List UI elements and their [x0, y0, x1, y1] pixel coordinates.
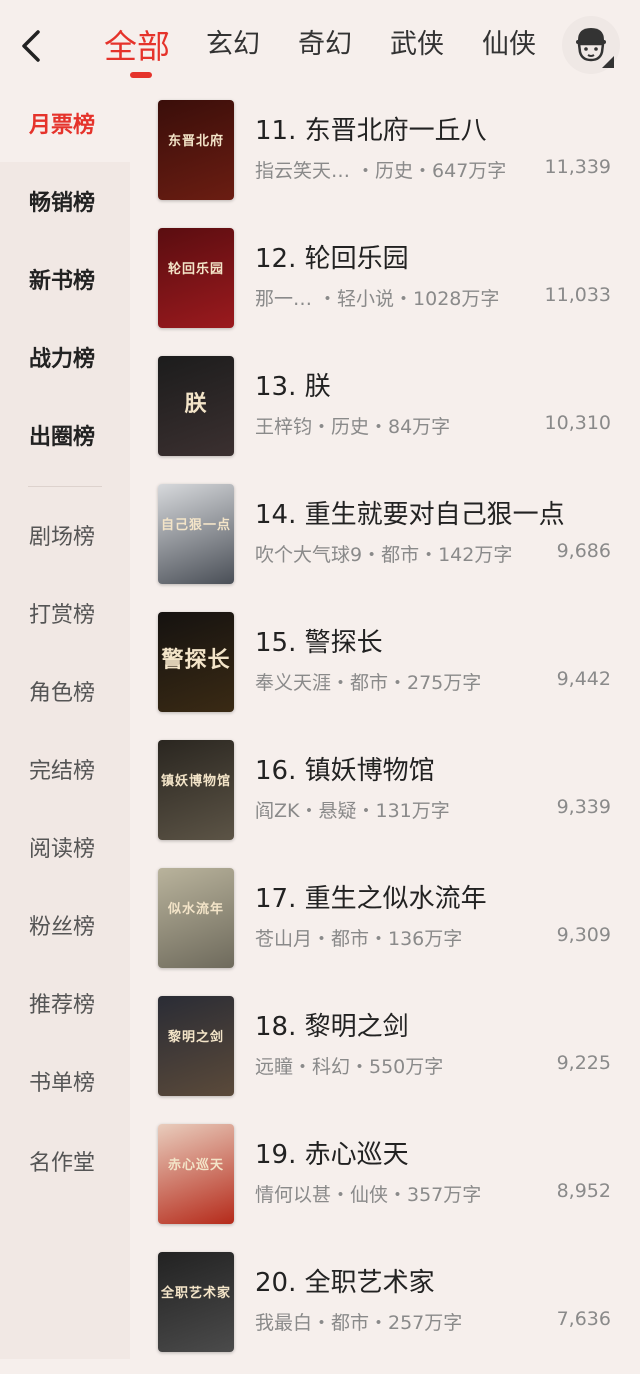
book-cover: 似水流年: [158, 868, 234, 968]
rank-sidebar: 月票榜 畅销榜 新书榜 战力榜 出圈榜 剧场榜 打赏榜 角色榜 完结榜 阅读榜 …: [0, 84, 130, 1359]
ticket-count: 11,339: [544, 156, 611, 178]
book-title: 20. 全职艺术家: [255, 1268, 435, 1298]
cover-title-art: 朕: [184, 391, 208, 417]
cover-title-art: 似水流年: [167, 902, 224, 917]
book-row[interactable]: 警探长 15. 警探长奉义天涯・都市・275万字 9,442: [130, 606, 640, 734]
book-title: 12. 轮回乐园: [255, 244, 409, 274]
tab-xianxia[interactable]: 仙侠: [482, 22, 536, 61]
book-cover: 镇妖博物馆: [158, 740, 234, 840]
book-meta: 那一… ・轻小说・1028万字: [255, 288, 500, 310]
sidebar-item-character[interactable]: 角色榜: [0, 652, 130, 730]
book-row[interactable]: 朕 13. 朕王梓钧・历史・84万字 10,310: [130, 350, 640, 478]
sidebar-item-bestseller[interactable]: 畅销榜: [0, 162, 130, 240]
sidebar-item-theater[interactable]: 剧场榜: [0, 496, 130, 574]
cover-title-art: 赤心巡天: [167, 1158, 224, 1173]
book-row[interactable]: 似水流年 17. 重生之似水流年苍山月・都市・136万字 9,309: [130, 862, 640, 990]
book-row[interactable]: 东晋北府 11. 东晋北府一丘八指云笑天… ・历史・647万字 11,339: [130, 94, 640, 222]
book-meta: 苍山月・都市・136万字: [255, 928, 463, 950]
sidebar-item-completed[interactable]: 完结榜: [0, 730, 130, 808]
book-cover: 轮回乐园: [158, 228, 234, 328]
book-meta: 奉义天涯・都市・275万字: [255, 672, 482, 694]
dropdown-corner-icon: [602, 56, 614, 68]
ticket-count: 8,952: [556, 1180, 611, 1202]
cover-title-art: 自己狠一点: [160, 518, 231, 533]
book-row[interactable]: 赤心巡天 19. 赤心巡天情何以甚・仙侠・357万字 8,952: [130, 1118, 640, 1246]
book-meta: 阎ZK・悬疑・131万字: [255, 800, 450, 822]
sidebar-divider: [28, 486, 102, 487]
sidebar-item-new-books[interactable]: 新书榜: [0, 240, 130, 318]
active-tab-indicator: [130, 72, 152, 78]
ticket-count: 10,310: [544, 412, 611, 434]
book-cover: 全职艺术家: [158, 1252, 234, 1352]
book-row[interactable]: 轮回乐园 12. 轮回乐园那一… ・轻小说・1028万字 11,033: [130, 222, 640, 350]
book-meta: 我最白・都市・257万字: [255, 1312, 463, 1334]
book-cover: 赤心巡天: [158, 1124, 234, 1224]
book-row[interactable]: 全职艺术家 20. 全职艺术家我最白・都市・257万字 7,636: [130, 1246, 640, 1374]
book-row[interactable]: 黎明之剑 18. 黎明之剑远瞳・科幻・550万字 9,225: [130, 990, 640, 1118]
sidebar-item-booklist[interactable]: 书单榜: [0, 1042, 130, 1120]
tab-xuanhuan[interactable]: 玄幻: [206, 22, 260, 61]
cover-title-art: 全职艺术家: [160, 1286, 231, 1301]
book-meta: 王梓钧・历史・84万字: [255, 416, 451, 438]
tab-wuxia[interactable]: 武侠: [390, 22, 444, 61]
ticket-count: 9,309: [556, 924, 611, 946]
top-bar: 全部 玄幻 奇幻 武侠 仙侠: [0, 0, 640, 92]
cover-title-art: 黎明之剑: [167, 1030, 224, 1045]
book-cover: 黎明之剑: [158, 996, 234, 1096]
book-title: 19. 赤心巡天: [255, 1140, 409, 1170]
book-title: 15. 警探长: [255, 628, 383, 658]
chevron-left-icon: [22, 30, 40, 62]
ticket-count: 9,442: [556, 668, 611, 690]
cover-title-art: 东晋北府: [167, 134, 224, 149]
book-title: 16. 镇妖博物馆: [255, 756, 435, 786]
book-title: 14. 重生就要对自己狠一点: [255, 500, 565, 530]
profile-button[interactable]: [562, 16, 620, 74]
ticket-count: 9,339: [556, 796, 611, 818]
sidebar-item-recommend[interactable]: 推荐榜: [0, 964, 130, 1042]
ticket-count: 11,033: [544, 284, 611, 306]
cover-title-art: 镇妖博物馆: [160, 774, 231, 789]
ticket-count: 9,225: [556, 1052, 611, 1074]
book-cover: 自己狠一点: [158, 484, 234, 584]
book-meta: 指云笑天… ・历史・647万字: [255, 160, 507, 182]
book-row[interactable]: 自己狠一点 14. 重生就要对自己狠一点吹个大气球9・都市・142万字 9,686: [130, 478, 640, 606]
cover-title-art: 轮回乐园: [167, 262, 224, 277]
sidebar-item-reading[interactable]: 阅读榜: [0, 808, 130, 886]
book-meta: 情何以甚・仙侠・357万字: [255, 1184, 482, 1206]
back-button[interactable]: [14, 26, 48, 66]
book-title: 17. 重生之似水流年: [255, 884, 487, 914]
sidebar-item-hall-of-fame[interactable]: 名作堂: [0, 1122, 130, 1200]
cover-title-art: 警探长: [161, 647, 231, 673]
book-cover: 警探长: [158, 612, 234, 712]
book-cover: 东晋北府: [158, 100, 234, 200]
book-meta: 吹个大气球9・都市・142万字: [255, 544, 513, 566]
sidebar-item-power[interactable]: 战力榜: [0, 318, 130, 396]
sidebar-item-breakout[interactable]: 出圈榜: [0, 396, 130, 474]
book-title: 18. 黎明之剑: [255, 1012, 409, 1042]
book-meta: 远瞳・科幻・550万字: [255, 1056, 444, 1078]
sidebar-item-fans[interactable]: 粉丝榜: [0, 886, 130, 964]
book-title: 11. 东晋北府一丘八: [255, 116, 487, 146]
tab-qihuan[interactable]: 奇幻: [298, 22, 352, 61]
sidebar-item-monthly-ticket[interactable]: 月票榜: [0, 84, 130, 162]
book-row[interactable]: 镇妖博物馆 16. 镇妖博物馆阎ZK・悬疑・131万字 9,339: [130, 734, 640, 862]
book-title: 13. 朕: [255, 372, 331, 402]
book-cover: 朕: [158, 356, 234, 456]
tab-all[interactable]: 全部: [104, 20, 170, 68]
sidebar-item-tip[interactable]: 打赏榜: [0, 574, 130, 652]
ticket-count: 7,636: [556, 1308, 611, 1330]
ticket-count: 9,686: [556, 540, 611, 562]
